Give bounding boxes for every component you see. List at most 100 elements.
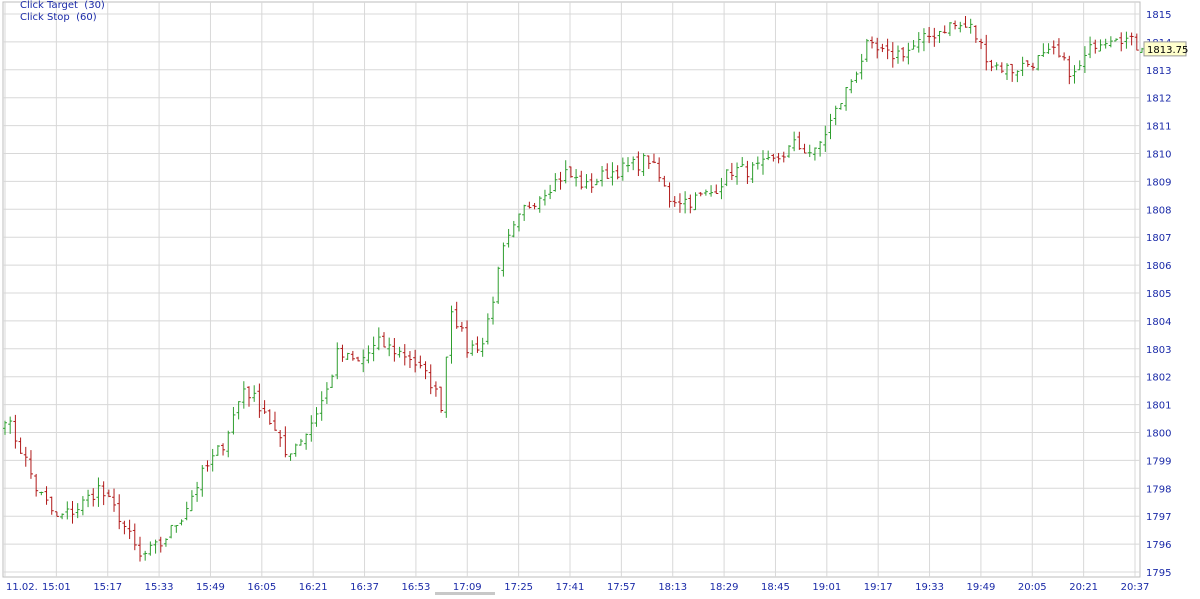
x-tick-label: 17:41	[556, 582, 585, 593]
y-tick-label: 1799	[1146, 456, 1171, 467]
ohlc-bar	[293, 443, 298, 457]
ohlc-bar	[610, 162, 615, 186]
ohlc-bar	[776, 152, 781, 164]
x-tick-label: 15:01	[42, 582, 71, 593]
click-stop-control[interactable]: Click Stop (60)	[20, 12, 97, 23]
ohlc-bar	[984, 34, 989, 71]
ohlc-bar	[163, 538, 168, 547]
ohlc-bar	[127, 519, 132, 540]
x-tick-label: 19:49	[966, 582, 995, 593]
ohlc-bar	[849, 79, 854, 94]
ohlc-bar	[537, 196, 542, 213]
ohlc-bar	[335, 342, 340, 380]
ohlc-bar	[667, 182, 672, 208]
ohlc-bar	[39, 491, 44, 496]
ohlc-bar	[376, 327, 381, 351]
ohlc-bar	[942, 25, 947, 34]
y-tick-label: 1802	[1146, 373, 1171, 384]
ohlc-bar	[28, 450, 33, 479]
x-tick-label: 19:33	[915, 582, 944, 593]
price-chart: 1795 1796 1797 1798 1799 1800 1801 1802 1803 1804…	[0, 0, 1200, 595]
ohlc-bar	[522, 204, 527, 221]
ohlc-bar	[579, 170, 584, 190]
x-tick-label: 16:05	[247, 582, 276, 593]
ohlc-bar	[802, 143, 807, 154]
ohlc-bar	[137, 536, 142, 562]
ohlc-bar	[215, 445, 220, 456]
ohlc-bar	[677, 193, 682, 213]
plot-frame	[2, 1, 1141, 578]
ohlc-bar	[511, 220, 516, 238]
ohlc-bar	[911, 40, 916, 50]
ohlc-bar	[1020, 56, 1025, 77]
ohlc-bar	[880, 43, 885, 53]
x-axis: 11.02. 15:01 15:17 15:33 15:49 16:05 16:21 16:3…	[6, 582, 1149, 593]
ohlc-bar	[1124, 31, 1129, 49]
ohlc-bar	[231, 406, 236, 435]
ohlc-bar	[548, 184, 553, 200]
ohlc-bar	[600, 165, 605, 187]
ohlc-bar	[844, 87, 849, 111]
ohlc-bar	[1098, 39, 1103, 52]
y-tick-label: 1803	[1146, 345, 1171, 356]
ohlc-bar	[563, 160, 568, 184]
ohlc-bar	[454, 301, 459, 329]
ohlc-bar	[516, 213, 521, 232]
ohlc-bar	[714, 184, 719, 194]
ohlc-bar	[870, 36, 875, 49]
ohlc-bar	[413, 349, 418, 373]
ohlc-bar	[340, 344, 345, 362]
ohlc-bar	[703, 189, 708, 196]
ohlc-bar	[96, 477, 101, 507]
ohlc-bar	[958, 21, 963, 33]
ohlc-bar	[288, 453, 293, 461]
x-tick-label: 16:53	[401, 582, 430, 593]
ohlc-bar	[1077, 60, 1082, 71]
ohlc-bar	[626, 157, 631, 173]
ohlc-bar	[475, 336, 480, 353]
ohlc-bar	[1062, 52, 1067, 61]
ohlc-bar	[44, 486, 49, 505]
ohlc-bar	[740, 157, 745, 167]
ohlc-bar	[745, 160, 750, 185]
ohlc-bar	[683, 191, 688, 214]
ohlc-bar	[132, 523, 137, 551]
ohlc-bar	[70, 500, 75, 524]
ohlc-bar	[651, 153, 656, 164]
ohlc-bar	[724, 169, 729, 187]
click-target-control[interactable]: Click Target (30)	[20, 0, 105, 11]
ohlc-bar	[859, 53, 864, 80]
ohlc-bar	[631, 156, 636, 171]
y-tick-label: 1806	[1146, 261, 1171, 272]
ohlc-bar	[418, 355, 423, 369]
ohlc-bar	[1025, 60, 1030, 67]
y-tick-label: 1808	[1146, 205, 1171, 216]
ohlc-bar	[439, 386, 444, 413]
ohlc-bar	[304, 433, 309, 450]
ohlc-bar	[221, 443, 226, 456]
x-tick-label: 17:25	[504, 582, 533, 593]
ohlc-bar	[356, 356, 361, 362]
ohlc-bar	[428, 364, 433, 395]
ohlc-bar	[491, 296, 496, 325]
ohlc-bar	[1072, 65, 1077, 84]
ohlc-bar	[953, 20, 958, 30]
ohlc-bar	[729, 162, 734, 181]
ohlc-bar	[1088, 36, 1093, 59]
last-price-label: 1813.75	[1147, 45, 1188, 56]
y-tick-label: 1801	[1146, 401, 1171, 412]
ohlc-bar	[18, 437, 23, 454]
chart-canvas: 1795 1796 1797 1798 1799 1800 1801 1802 1803 1804…	[2, 1, 1188, 595]
ohlc-bar	[195, 481, 200, 502]
ohlc-bar	[8, 416, 13, 434]
y-tick-label: 1795	[1146, 568, 1171, 579]
y-tick-label: 1810	[1146, 150, 1171, 161]
ohlc-bar	[786, 145, 791, 158]
ohlc-bar	[226, 430, 231, 458]
ohlc-bar	[189, 490, 194, 512]
ohlc-bar	[272, 411, 277, 431]
ohlc-bar	[345, 352, 350, 360]
ohlc-bar	[994, 62, 999, 71]
ohlc-bar	[999, 62, 1004, 74]
ohlc-bar	[709, 185, 714, 197]
